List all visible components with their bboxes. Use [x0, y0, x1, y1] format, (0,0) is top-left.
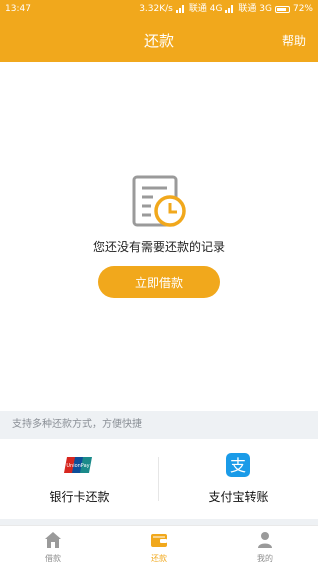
unionpay-icon: UnionPay [64, 457, 92, 473]
user-icon [258, 532, 272, 548]
signal-icon [225, 5, 235, 13]
status-time: 13:47 [5, 4, 31, 14]
tab-borrow[interactable]: 借款 [0, 526, 106, 566]
status-indicators: 3.32K/s 联通 4G 联通 3G 72% [139, 0, 313, 18]
payment-methods-caption: 支持多种还款方式，方便快捷 [0, 411, 318, 439]
net-speed: 3.32K/s [139, 4, 173, 14]
payment-methods: UnionPay 银行卡还款 支 支付宝转账 [0, 439, 318, 519]
battery-icon [274, 5, 290, 13]
carrier-1: 联通 4G [188, 4, 223, 14]
borrow-now-button[interactable]: 立即借款 [98, 266, 220, 298]
tab-borrow-label: 借款 [45, 554, 61, 563]
bank-card-repay-label: 银行卡还款 [49, 490, 110, 504]
app-header: 13:47 3.32K/s 联通 4G 联通 3G 72% 还款 帮助 [0, 0, 318, 62]
svg-text:UnionPay: UnionPay [66, 463, 89, 469]
status-bar: 13:47 3.32K/s 联通 4G 联通 3G 72% [0, 0, 318, 18]
empty-message: 您还没有需要还款的记录 [92, 240, 225, 254]
tab-repay[interactable]: 还款 [106, 526, 212, 566]
tab-mine[interactable]: 我的 [212, 526, 318, 566]
signal-icon [175, 5, 186, 13]
tab-repay-label: 还款 [151, 554, 167, 563]
home-icon [45, 532, 61, 548]
carrier-2: 联通 3G [238, 4, 272, 14]
tab-mine-label: 我的 [257, 554, 273, 563]
alipay-transfer-label: 支付宝转账 [208, 490, 269, 504]
records-clock-icon [132, 175, 186, 227]
help-button[interactable]: 帮助 [282, 32, 306, 49]
bottom-tab-bar: 借款 还款 我的 [0, 525, 318, 566]
battery-level: 72% [292, 4, 313, 14]
bank-card-repay-option[interactable]: UnionPay 银行卡还款 [0, 439, 159, 519]
alipay-icon: 支 [226, 453, 250, 477]
wallet-icon [151, 534, 167, 547]
svg-text:支: 支 [230, 456, 246, 475]
page-title: 还款 [143, 32, 174, 50]
alipay-transfer-option[interactable]: 支 支付宝转账 [159, 439, 318, 519]
